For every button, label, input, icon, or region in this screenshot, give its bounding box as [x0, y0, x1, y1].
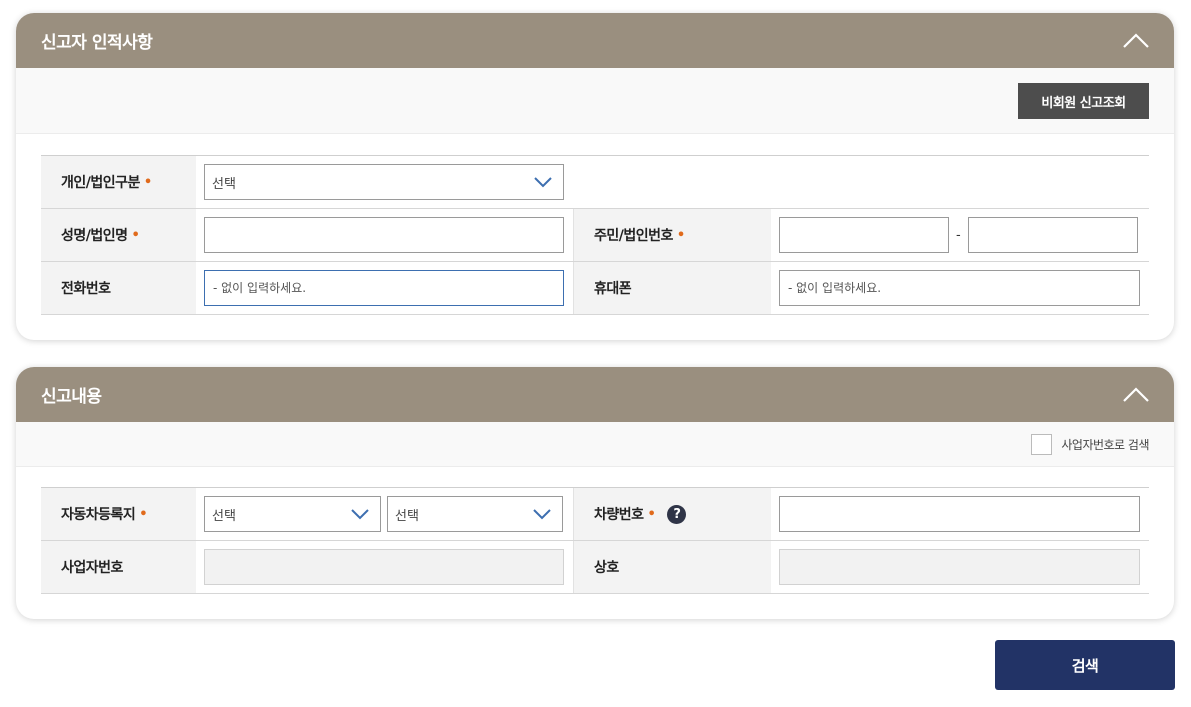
report-toolbar: 사업자번호로 검색: [16, 422, 1174, 467]
registration-region-label: 자동차등록지 •: [41, 488, 196, 540]
id-number-part2-input[interactable]: [967, 217, 1138, 253]
report-details-header: 신고내용: [16, 367, 1174, 422]
chevron-up-icon: [1123, 387, 1149, 402]
plate-number-input[interactable]: [779, 496, 1140, 532]
id-separator: -: [956, 227, 961, 243]
form-row: 개인/법인구분 • 선택: [41, 156, 1149, 209]
biz-number-label: 사업자번호: [41, 541, 196, 593]
person-type-select[interactable]: 선택: [204, 164, 564, 200]
reporter-info-panel: 신고자 인적사항 비회원 신고조회 개인/법인구분 • 선택 성명/법인명 • …: [16, 13, 1174, 340]
phone-label: 전화번호: [41, 262, 196, 314]
reporter-info-title: 신고자 인적사항: [41, 33, 153, 53]
id-number-label: 주민/법인번호 •: [573, 209, 771, 261]
mobile-label: 휴대폰: [573, 262, 771, 314]
form-row: 사업자번호 상호: [41, 541, 1149, 594]
required-mark: •: [647, 506, 656, 522]
reporter-toolbar: 비회원 신고조회: [16, 68, 1174, 134]
phone-input[interactable]: [204, 270, 564, 306]
name-label: 성명/법인명 •: [41, 209, 196, 261]
chevron-up-icon: [1123, 33, 1149, 48]
company-name-input: [779, 549, 1140, 585]
required-mark: •: [139, 506, 148, 522]
id-number-part1-input[interactable]: [779, 217, 949, 253]
help-icon[interactable]: ?: [667, 504, 687, 524]
company-name-label: 상호: [573, 541, 771, 593]
biz-number-search-checkbox[interactable]: 사업자번호로 검색: [1031, 434, 1149, 455]
region-select-2[interactable]: 선택: [387, 496, 563, 532]
required-mark: •: [131, 227, 140, 243]
form-row: 전화번호 휴대폰: [41, 262, 1149, 315]
chevron-down-icon: [534, 177, 552, 188]
name-input[interactable]: [204, 217, 564, 253]
biz-number-input: [204, 549, 564, 585]
reporter-info-header: 신고자 인적사항: [16, 13, 1174, 68]
report-form-table: 자동차등록지 • 선택 선택 차량번호 • ? 사업자번호 상호: [41, 487, 1149, 594]
collapse-report-button[interactable]: [1118, 381, 1154, 409]
chevron-down-icon: [533, 509, 551, 520]
form-row: 자동차등록지 • 선택 선택 차량번호 • ?: [41, 488, 1149, 541]
report-details-title: 신고내용: [41, 387, 102, 407]
required-mark: •: [676, 227, 685, 243]
reporter-form-table: 개인/법인구분 • 선택 성명/법인명 • 주민/법인번호 • - 전화번호 -…: [41, 155, 1149, 315]
type-label: 개인/법인구분 •: [41, 156, 196, 208]
chevron-down-icon: [351, 509, 369, 520]
checkbox-icon[interactable]: [1031, 434, 1053, 455]
plate-number-label: 차량번호 • ?: [573, 488, 771, 540]
nonmember-report-lookup-button[interactable]: 비회원 신고조회: [1018, 83, 1149, 119]
form-row: 성명/법인명 • 주민/법인번호 • -: [41, 209, 1149, 262]
mobile-input[interactable]: [779, 270, 1140, 306]
report-details-panel: 신고내용 사업자번호로 검색 자동차등록지 • 선택 선택 차량번호 • ? 사…: [16, 367, 1174, 619]
collapse-reporter-button[interactable]: [1118, 27, 1154, 55]
required-mark: •: [143, 174, 152, 190]
region-select-1[interactable]: 선택: [204, 496, 381, 532]
search-button[interactable]: 검색: [995, 640, 1175, 690]
